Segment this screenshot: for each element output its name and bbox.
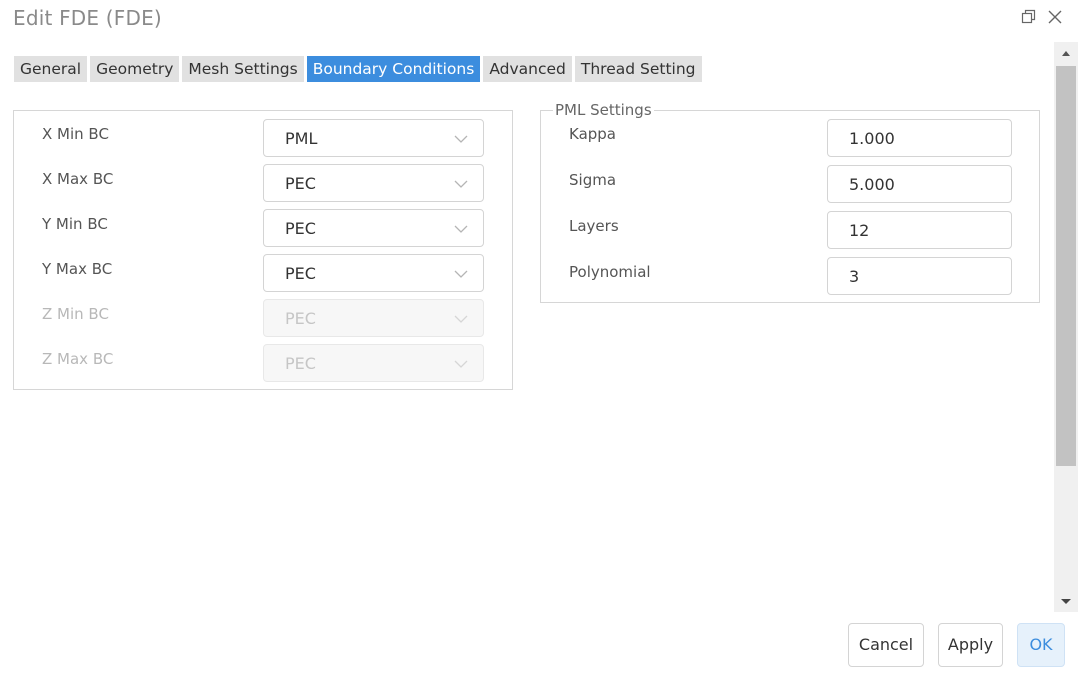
kappa-row: Kappa [541,119,1039,157]
z-max-bc-label: Z Max BC [42,350,114,368]
ok-button[interactable]: OK [1017,623,1065,667]
layers-label: Layers [569,217,619,235]
y-max-bc-value: PEC [285,264,316,283]
chevron-down-icon [453,356,469,375]
tab-advanced[interactable]: Advanced [483,56,572,82]
window-title: Edit FDE (FDE) [13,6,162,30]
y-max-bc-row: Y Max BC PEC [14,254,512,292]
scroll-up-button[interactable] [1054,42,1078,64]
tab-bar: General Geometry Mesh Settings Boundary … [14,56,705,82]
tab-general[interactable]: General [14,56,88,82]
z-min-bc-row: Z Min BC PEC [14,299,512,337]
restore-button[interactable] [1020,8,1038,26]
chevron-down-icon [453,131,469,150]
sigma-input[interactable] [827,165,1012,203]
chevron-down-icon [453,266,469,285]
pml-settings-panel: PML Settings Kappa Sigma Layers Polynomi… [540,101,1040,303]
scroll-down-button[interactable] [1054,590,1078,612]
tab-mesh-settings[interactable]: Mesh Settings [182,56,304,82]
kappa-input[interactable] [827,119,1012,157]
x-min-bc-select[interactable]: PML [263,119,484,157]
chevron-down-icon [453,176,469,195]
z-max-bc-row: Z Max BC PEC [14,344,512,382]
y-min-bc-label: Y Min BC [42,215,108,233]
y-max-bc-select[interactable]: PEC [263,254,484,292]
x-min-bc-value: PML [285,129,318,148]
layers-row: Layers [541,211,1039,249]
z-min-bc-select: PEC [263,299,484,337]
close-icon [1046,8,1064,26]
y-min-bc-select[interactable]: PEC [263,209,484,247]
x-min-bc-row: X Min BC PML [14,119,512,157]
sigma-label: Sigma [569,171,617,189]
z-min-bc-value: PEC [285,309,316,328]
cancel-button[interactable]: Cancel [848,623,924,667]
y-max-bc-label: Y Max BC [42,260,113,278]
x-max-bc-value: PEC [285,174,316,193]
tab-geometry[interactable]: Geometry [90,56,180,82]
z-max-bc-select: PEC [263,344,484,382]
chevron-down-icon [453,221,469,240]
polynomial-input[interactable] [827,257,1012,295]
z-max-bc-value: PEC [285,354,316,373]
y-min-bc-value: PEC [285,219,316,238]
pml-settings-legend: PML Settings [553,101,654,119]
x-max-bc-label: X Max BC [42,170,114,188]
vertical-scrollbar[interactable] [1054,42,1078,612]
chevron-down-icon [453,311,469,330]
y-min-bc-row: Y Min BC PEC [14,209,512,247]
kappa-label: Kappa [569,125,616,143]
restore-icon [1020,8,1038,26]
arrow-down-icon [1054,597,1078,616]
close-button[interactable] [1046,8,1064,26]
polynomial-row: Polynomial [541,257,1039,295]
x-max-bc-row: X Max BC PEC [14,164,512,202]
boundary-conditions-panel: X Min BC PML X Max BC PEC Y Min BC PEC Y… [13,110,513,390]
tab-thread-setting[interactable]: Thread Setting [574,56,702,82]
z-min-bc-label: Z Min BC [42,305,109,323]
apply-button[interactable]: Apply [938,623,1003,667]
sigma-row: Sigma [541,165,1039,203]
tab-boundary-conditions[interactable]: Boundary Conditions [306,56,481,82]
layers-input[interactable] [827,211,1012,249]
polynomial-label: Polynomial [569,263,651,281]
x-min-bc-label: X Min BC [42,125,109,143]
x-max-bc-select[interactable]: PEC [263,164,484,202]
scroll-thumb[interactable] [1056,66,1076,466]
